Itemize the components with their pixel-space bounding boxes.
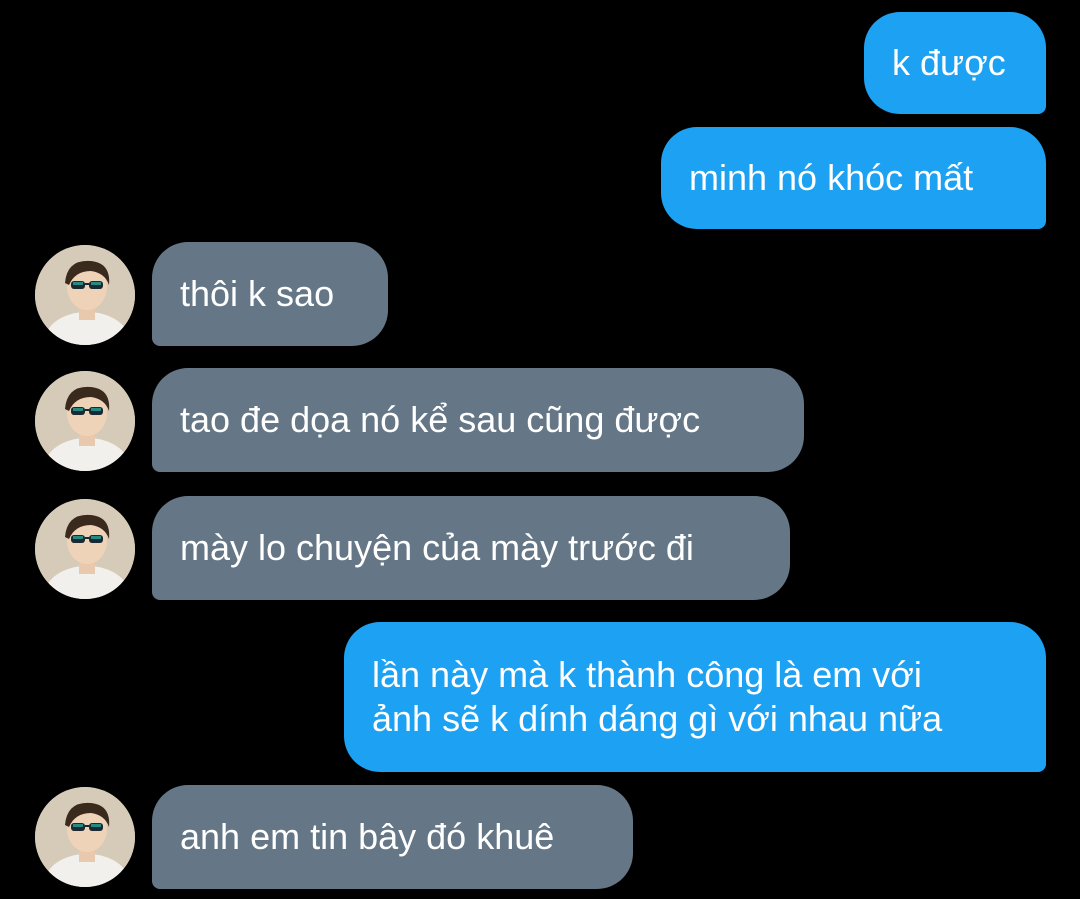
outgoing-message[interactable]: minh nó khóc mất	[661, 127, 1046, 229]
avatar[interactable]	[35, 787, 135, 887]
incoming-message[interactable]: anh em tin bây đó khuê	[152, 785, 633, 889]
message-text: k được	[892, 42, 1006, 83]
message-text: lần này mà k thành công là em với ảnh sẽ…	[372, 654, 943, 739]
user-avatar-icon	[35, 371, 135, 471]
avatar[interactable]	[35, 245, 135, 345]
outgoing-message[interactable]: lần này mà k thành công là em với ảnh sẽ…	[344, 622, 1046, 772]
message-text: minh nó khóc mất	[689, 157, 974, 198]
user-avatar-icon	[35, 499, 135, 599]
message-text: tao đe dọa nó kể sau cũng được	[180, 399, 701, 440]
incoming-message[interactable]: tao đe dọa nó kể sau cũng được	[152, 368, 804, 472]
incoming-message[interactable]: thôi k sao	[152, 242, 388, 346]
message-text: thôi k sao	[180, 273, 335, 314]
user-avatar-icon	[35, 787, 135, 887]
avatar[interactable]	[35, 499, 135, 599]
outgoing-message[interactable]: k được	[864, 12, 1046, 114]
message-text: anh em tin bây đó khuê	[180, 816, 555, 857]
user-avatar-icon	[35, 245, 135, 345]
avatar[interactable]	[35, 371, 135, 471]
incoming-message[interactable]: mày lo chuyện của mày trước đi	[152, 496, 790, 600]
message-text: mày lo chuyện của mày trước đi	[180, 527, 694, 568]
